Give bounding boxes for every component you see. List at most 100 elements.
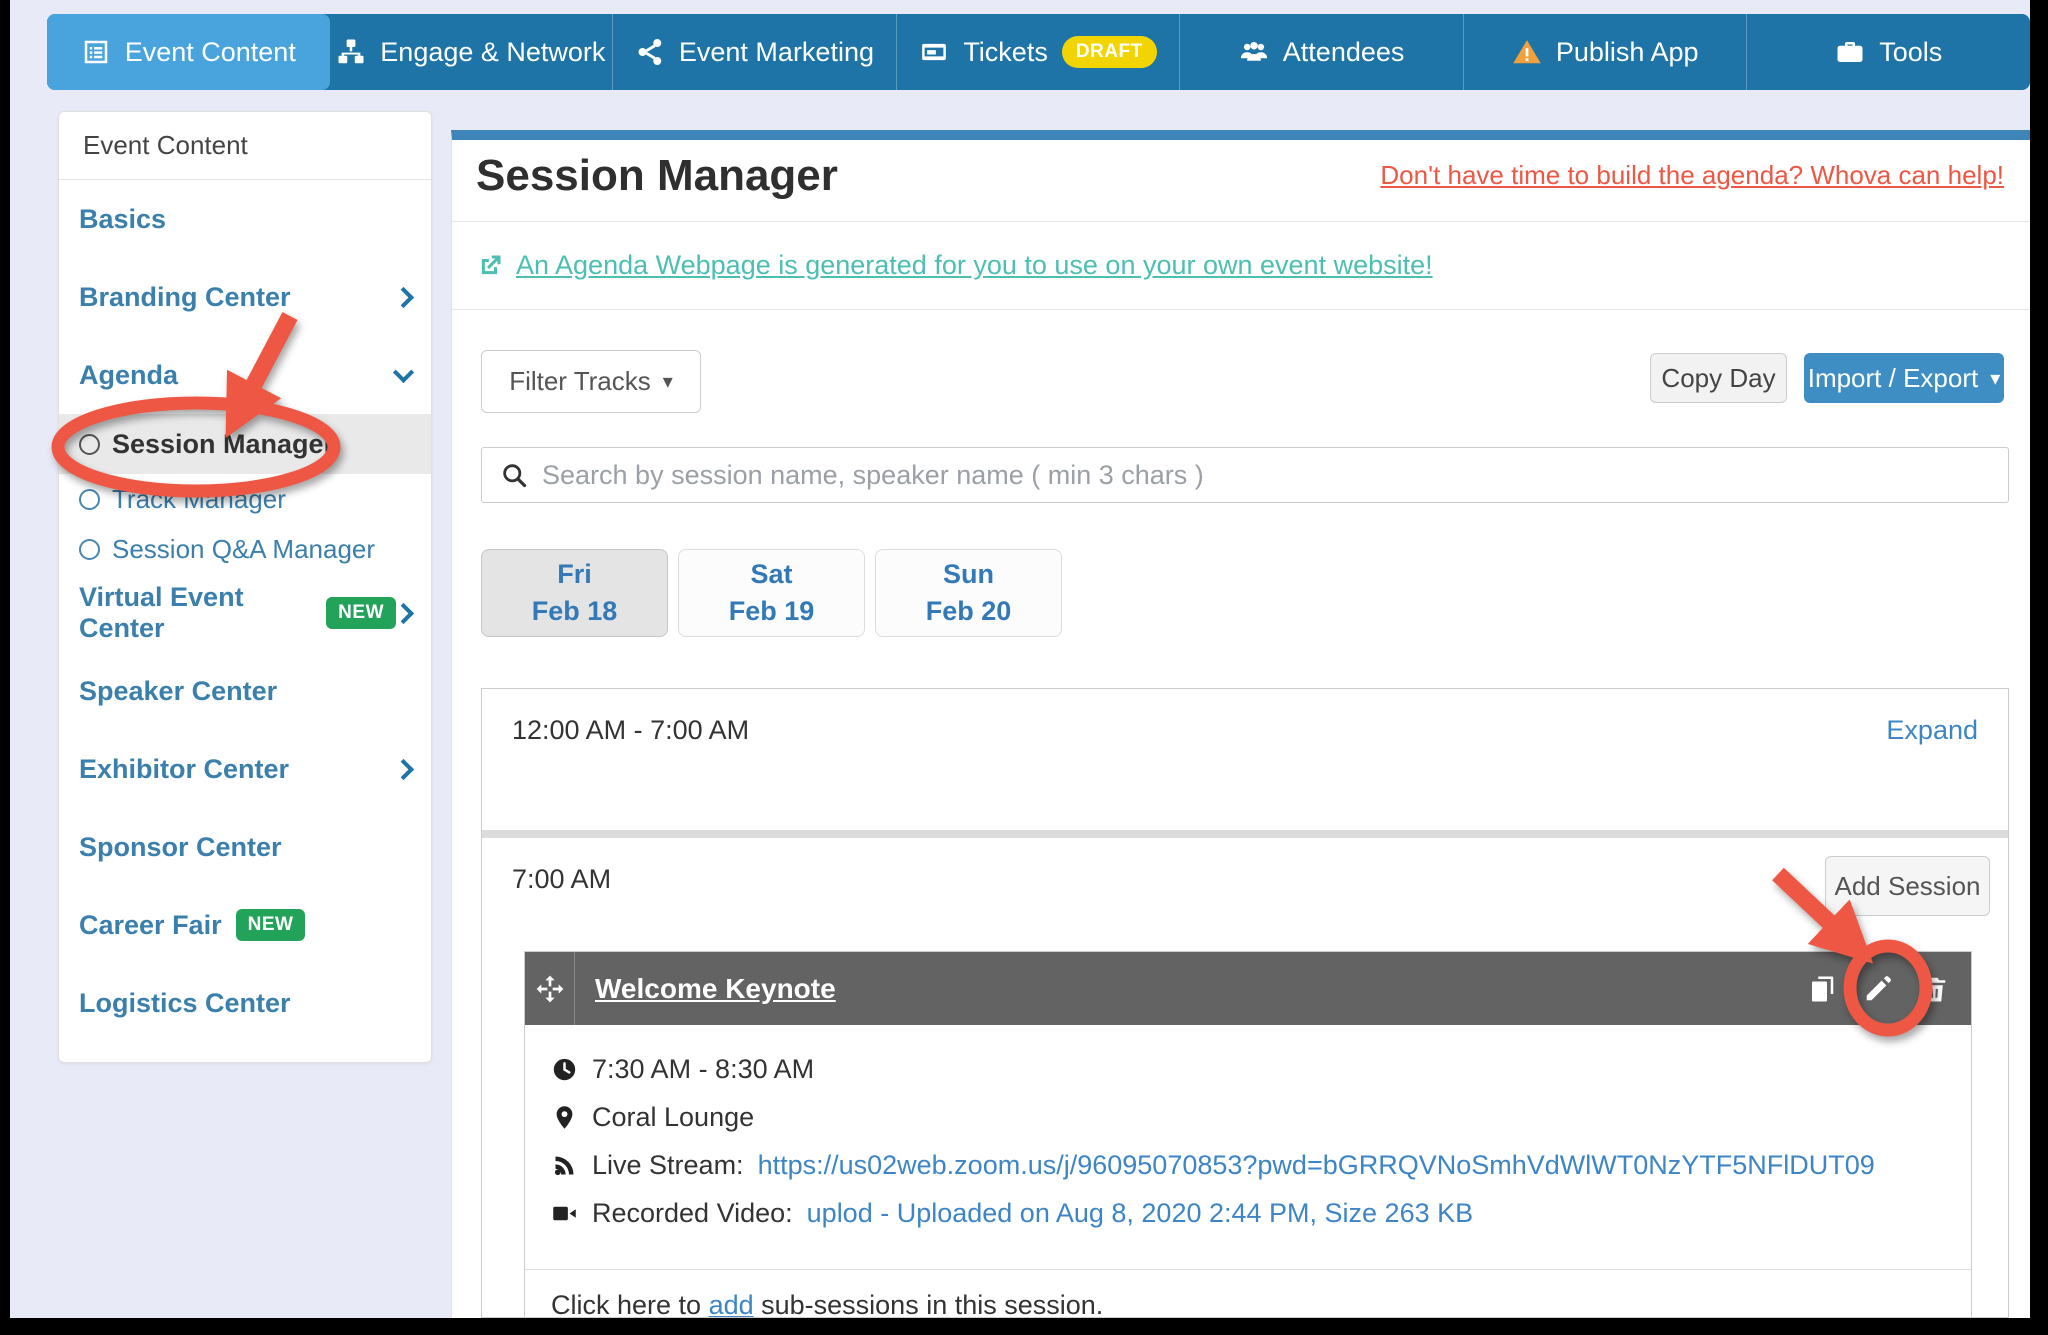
session-location: Coral Lounge [592,1102,754,1133]
sidebar-item-label: Session Manager [112,429,334,460]
sidebar-item-agenda[interactable]: Agenda [59,336,431,414]
import-export-button[interactable]: Import / Export ▾ [1804,353,2004,403]
sidebar-item-career-fair[interactable]: Career Fair NEW [59,886,431,964]
tab-publish-app[interactable]: Publish App [1464,14,1748,90]
briefcase-icon [1835,37,1865,67]
date-label: Feb 19 [729,593,815,630]
sidebar-item-label: Career Fair [79,910,222,941]
session-card-header: Welcome Keynote [525,952,1971,1025]
external-link-icon [476,252,504,280]
radio-icon [79,489,100,510]
share-icon [635,37,665,67]
whova-help-link[interactable]: Don't have time to build the agenda? Who… [1380,160,2004,191]
agenda-webpage-link[interactable]: An Agenda Webpage is generated for you t… [516,250,1433,281]
sidebar: Event Content Basics Branding Center Age… [58,111,432,1063]
move-icon [534,973,566,1005]
time-range-label: 12:00 AM - 7:00 AM [512,715,749,746]
location-pin-icon [551,1104,578,1131]
top-nav: Event Content Engage & Network Event Mar… [47,14,2030,90]
tab-label: Tools [1879,37,1942,68]
tab-label: Publish App [1556,37,1699,68]
warning-icon [1512,37,1542,67]
tab-event-content[interactable]: Event Content [47,14,330,90]
tab-label: Event Content [125,37,296,68]
time-slot-7am: 7:00 AM Add Session Welcome Keynote [482,838,2008,1318]
day-tab-fri[interactable]: Fri Feb 18 [481,549,668,637]
filter-tracks-button[interactable]: Filter Tracks ▾ [481,350,701,413]
slot-divider [482,830,2008,838]
day-tab-sat[interactable]: Sat Feb 19 [678,549,865,637]
ticket-icon [919,37,949,67]
date-label: Feb 20 [926,593,1012,630]
edit-pencil-icon[interactable] [1863,974,1893,1004]
tab-event-marketing[interactable]: Event Marketing [613,14,897,90]
new-badge: NEW [326,597,396,629]
sitemap-icon [336,37,366,67]
tab-tickets[interactable]: Tickets DRAFT [897,14,1181,90]
recorded-video-label: Recorded Video: [592,1198,793,1229]
panel-header: Session Manager Don't have time to build… [452,140,2030,222]
sidebar-item-label: Basics [79,204,166,235]
sidebar-item-label: Branding Center [79,282,291,313]
subsession-text: sub-sessions in this session. [754,1290,1104,1318]
sidebar-item-label: Track Manager [112,484,286,515]
clock-icon [551,1056,578,1083]
session-time-row: 7:30 AM - 8:30 AM [551,1045,1971,1093]
day-tabs: Fri Feb 18 Sat Feb 19 Sun Feb 20 [481,549,1062,637]
sidebar-item-speaker-center[interactable]: Speaker Center [59,652,431,730]
sidebar-item-label: Agenda [79,360,178,391]
sidebar-item-branding-center[interactable]: Branding Center [59,258,431,336]
session-time: 7:30 AM - 8:30 AM [592,1054,814,1085]
tab-label: Attendees [1283,37,1405,68]
time-label: 7:00 AM [512,864,611,895]
sidebar-item-logistics-center[interactable]: Logistics Center [59,964,431,1042]
caret-down-icon: ▾ [1990,366,2000,391]
subsession-text: Click here to [551,1290,709,1318]
add-subsession-link[interactable]: add [709,1290,754,1318]
chevron-right-icon [393,758,414,779]
tab-engage-network[interactable]: Engage & Network [330,14,614,90]
sidebar-item-exhibitor-center[interactable]: Exhibitor Center [59,730,431,808]
session-title[interactable]: Welcome Keynote [595,973,836,1005]
sidebar-item-label: Session Q&A Manager [112,534,375,565]
recorded-video-row: Recorded Video: uplod - Uploaded on Aug … [551,1189,1971,1237]
copy-day-button[interactable]: Copy Day [1650,353,1787,403]
whova-admin-app: Event Content Engage & Network Event Mar… [10,0,2030,1318]
tab-attendees[interactable]: Attendees [1180,14,1464,90]
draft-badge: DRAFT [1062,36,1157,68]
new-badge: NEW [236,909,306,941]
session-actions [1807,974,1971,1004]
sidebar-item-label: Speaker Center [79,676,277,707]
day-label: Sat [750,556,792,593]
radio-icon [79,434,100,455]
sidebar-item-session-qa-manager[interactable]: Session Q&A Manager [59,524,431,574]
live-stream-label: Live Stream: [592,1150,744,1181]
stream-icon [551,1152,578,1179]
sidebar-item-basics[interactable]: Basics [59,180,431,258]
sidebar-item-label: Virtual Event Center [79,582,312,644]
add-session-button[interactable]: Add Session [1825,856,1990,916]
main-panel: Session Manager Don't have time to build… [451,130,2030,1318]
radio-icon [79,539,100,560]
video-camera-icon [551,1200,578,1227]
day-tab-sun[interactable]: Sun Feb 20 [875,549,1062,637]
session-location-row: Coral Lounge [551,1093,1971,1141]
recorded-video-link[interactable]: uplod - Uploaded on Aug 8, 2020 2:44 PM,… [807,1198,1473,1229]
toolbar: Filter Tracks ▾ Copy Day Import / Export… [452,310,2030,447]
sidebar-item-label: Sponsor Center [79,832,282,863]
trash-icon[interactable] [1919,974,1949,1004]
sidebar-item-track-manager[interactable]: Track Manager [59,474,431,524]
sidebar-item-sponsor-center[interactable]: Sponsor Center [59,808,431,886]
copy-icon[interactable] [1807,974,1837,1004]
move-handle[interactable] [525,952,575,1025]
search-input[interactable] [542,460,1990,491]
filter-tracks-label: Filter Tracks [509,366,651,397]
sidebar-item-session-manager[interactable]: Session Manager [59,414,431,474]
expand-link[interactable]: Expand [1886,715,1978,746]
subsession-row: Click here to add sub-sessions in this s… [525,1269,1971,1318]
tab-tools[interactable]: Tools [1747,14,2030,90]
session-details: 7:30 AM - 8:30 AM Coral Lounge Live Stre… [525,1025,1971,1237]
live-stream-url[interactable]: https://us02web.zoom.us/j/96095070853?pw… [758,1150,1875,1181]
day-label: Fri [557,556,592,593]
sidebar-item-virtual-event-center[interactable]: Virtual Event Center NEW [59,574,431,652]
